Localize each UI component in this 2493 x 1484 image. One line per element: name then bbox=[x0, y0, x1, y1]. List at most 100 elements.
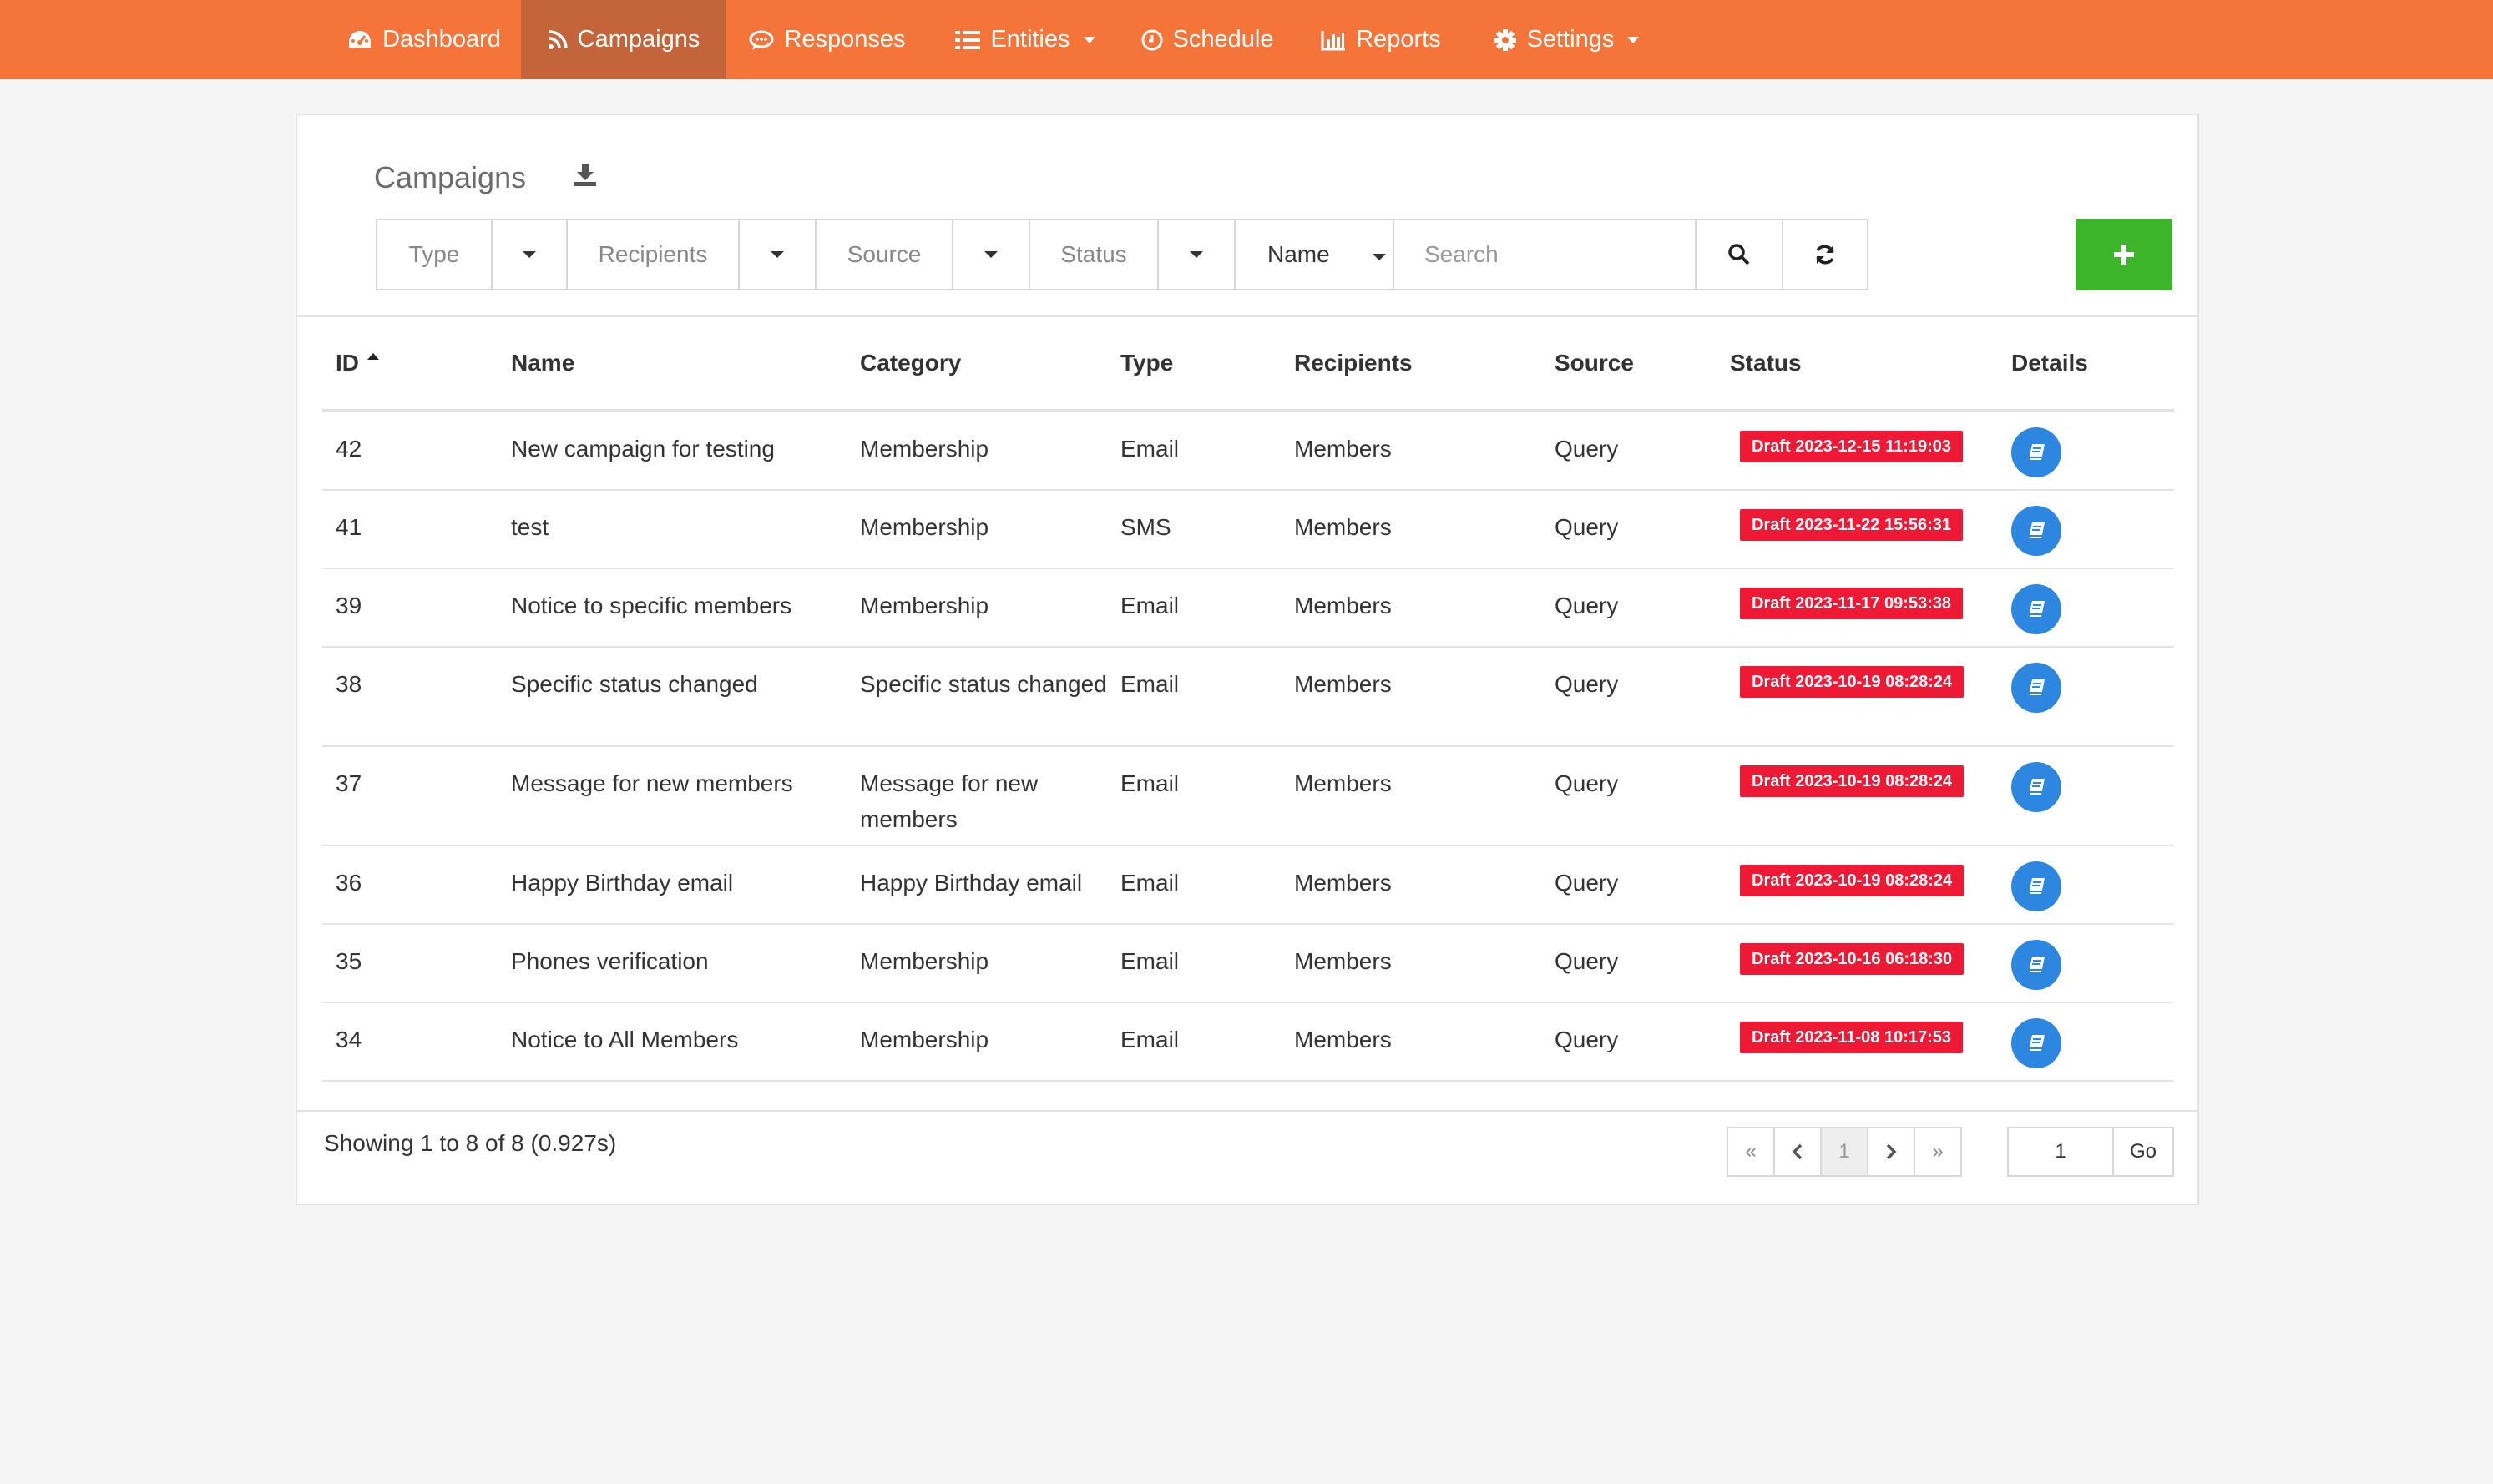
chevron-left-icon bbox=[1792, 1143, 1803, 1160]
details-button[interactable] bbox=[2011, 506, 2061, 556]
cell-name: Notice to specific members bbox=[511, 593, 792, 618]
status-badge: Draft 2023-12-15 11:19:03 bbox=[1740, 431, 1964, 462]
last-page-button[interactable]: » bbox=[1914, 1127, 1962, 1177]
cell-name: Specific status changed bbox=[511, 671, 758, 697]
status-filter[interactable]: Status bbox=[1029, 219, 1159, 290]
details-button[interactable] bbox=[2011, 940, 2061, 990]
column-header-recipients[interactable]: Recipients bbox=[1294, 317, 1413, 409]
cell-id: 37 bbox=[336, 770, 362, 796]
cell-source: Query bbox=[1555, 671, 1619, 697]
page-title: Campaigns bbox=[374, 160, 527, 194]
search-icon bbox=[1728, 244, 1750, 265]
cell-recipients: Members bbox=[1294, 436, 1392, 462]
column-header-details: Details bbox=[2011, 350, 2088, 376]
table-row: 38 Specific status changed Specific status… bbox=[322, 648, 2174, 747]
status-badge: Draft 2023-11-08 10:17:53 bbox=[1740, 1022, 1964, 1053]
cell-category: Membership bbox=[860, 1027, 989, 1052]
cell-category: Membership bbox=[860, 514, 989, 540]
column-header-status[interactable]: Status bbox=[1730, 317, 1802, 409]
details-button[interactable] bbox=[2011, 584, 2061, 634]
column-header-source[interactable]: Source bbox=[1555, 317, 1634, 409]
nav-entities-label: Entities bbox=[990, 26, 1070, 53]
chevron-down-icon bbox=[1083, 36, 1095, 43]
table-row: 41 test Membership SMS Members Query Draft 202… bbox=[322, 491, 2174, 569]
cell-id: 42 bbox=[336, 436, 362, 462]
cell-source: Query bbox=[1555, 870, 1619, 896]
table-row: 34 Notice to All Members Membership Email Me… bbox=[322, 1003, 2174, 1082]
table-row: 35 Phones verification Membership Email Memb… bbox=[322, 925, 2174, 1003]
details-button[interactable] bbox=[2011, 663, 2061, 713]
book-icon bbox=[2028, 679, 2045, 696]
details-button[interactable] bbox=[2011, 861, 2061, 911]
book-icon bbox=[2028, 957, 2045, 973]
refresh-icon bbox=[1816, 245, 1834, 265]
search-input[interactable]: Search bbox=[1393, 219, 1697, 290]
details-button[interactable] bbox=[2011, 1018, 2061, 1068]
cell-recipients: Members bbox=[1294, 770, 1392, 796]
cell-id: 35 bbox=[336, 948, 362, 974]
nav-schedule[interactable]: Schedule bbox=[1122, 0, 1292, 79]
nav-campaigns[interactable]: Campaigns bbox=[521, 0, 726, 79]
cell-id: 34 bbox=[336, 1027, 362, 1052]
cell-name: Phones verification bbox=[511, 948, 709, 974]
caret-down-icon bbox=[523, 251, 536, 258]
column-label: ID bbox=[336, 350, 359, 376]
nav-dashboard[interactable]: Dashboard bbox=[327, 0, 521, 79]
cell-category: Message for new members bbox=[860, 770, 1039, 832]
column-header-type[interactable]: Type bbox=[1120, 317, 1173, 409]
cell-source: Query bbox=[1555, 593, 1619, 618]
source-filter-toggle[interactable] bbox=[952, 219, 1030, 290]
download-icon[interactable] bbox=[573, 162, 598, 191]
add-campaign-button[interactable] bbox=[2076, 219, 2172, 290]
nav-responses-label: Responses bbox=[784, 26, 906, 53]
source-filter[interactable]: Source bbox=[815, 219, 953, 290]
cell-name: New campaign for testing bbox=[511, 436, 775, 462]
sort-asc-icon bbox=[367, 353, 379, 360]
nav-reports[interactable]: Reports bbox=[1292, 0, 1469, 79]
go-button[interactable]: Go bbox=[2112, 1127, 2174, 1177]
prev-page-button[interactable] bbox=[1773, 1127, 1822, 1177]
details-button[interactable] bbox=[2011, 762, 2061, 812]
details-button[interactable] bbox=[2011, 427, 2061, 477]
chevron-right-icon bbox=[1886, 1143, 1897, 1160]
cell-category: Specific status changed bbox=[860, 671, 1107, 697]
nav-settings[interactable]: Settings bbox=[1469, 0, 1663, 79]
next-page-button[interactable] bbox=[1867, 1127, 1915, 1177]
cell-category: Happy Birthday email bbox=[860, 870, 1083, 896]
first-page-button[interactable]: « bbox=[1727, 1127, 1775, 1177]
goto-page-input[interactable]: 1 bbox=[2007, 1127, 2114, 1177]
refresh-button[interactable] bbox=[1782, 219, 1868, 290]
type-filter[interactable]: Type bbox=[376, 219, 493, 290]
cell-recipients: Members bbox=[1294, 870, 1392, 896]
nav-responses[interactable]: Responses bbox=[726, 0, 928, 79]
caret-down-icon bbox=[984, 251, 998, 258]
bar-chart-icon bbox=[1321, 29, 1346, 51]
table-row: 39 Notice to specific members Membership Em… bbox=[322, 569, 2174, 648]
rss-icon bbox=[548, 29, 568, 50]
cell-source: Query bbox=[1555, 948, 1619, 974]
search-button[interactable] bbox=[1695, 219, 1783, 290]
table-row: 36 Happy Birthday email Happy Birthday ema… bbox=[322, 846, 2174, 925]
cell-source: Query bbox=[1555, 514, 1619, 540]
type-filter-toggle[interactable] bbox=[491, 219, 568, 290]
status-filter-toggle[interactable] bbox=[1157, 219, 1236, 290]
recipients-filter[interactable]: Recipients bbox=[566, 219, 740, 290]
column-header-name[interactable]: Name bbox=[511, 317, 574, 409]
nav-entities[interactable]: Entities bbox=[928, 0, 1122, 79]
search-field-select[interactable]: Name bbox=[1234, 219, 1394, 290]
gear-icon bbox=[1494, 28, 1517, 52]
column-header-id[interactable]: ID bbox=[336, 317, 381, 409]
cell-type: Email bbox=[1120, 770, 1180, 796]
book-icon bbox=[2028, 878, 2045, 895]
caret-down-icon bbox=[771, 251, 784, 258]
status-badge: Draft 2023-10-19 08:28:24 bbox=[1740, 666, 1965, 698]
column-header-category[interactable]: Category bbox=[860, 317, 961, 409]
current-page[interactable]: 1 bbox=[1820, 1127, 1868, 1177]
recipients-filter-toggle[interactable] bbox=[738, 219, 817, 290]
nav-dashboard-label: Dashboard bbox=[382, 26, 501, 53]
cell-recipients: Members bbox=[1294, 948, 1392, 974]
cell-name: test bbox=[511, 514, 549, 540]
cell-id: 41 bbox=[336, 514, 362, 540]
status-badge: Draft 2023-10-19 08:28:24 bbox=[1740, 865, 1965, 896]
cell-type: Email bbox=[1120, 593, 1180, 618]
